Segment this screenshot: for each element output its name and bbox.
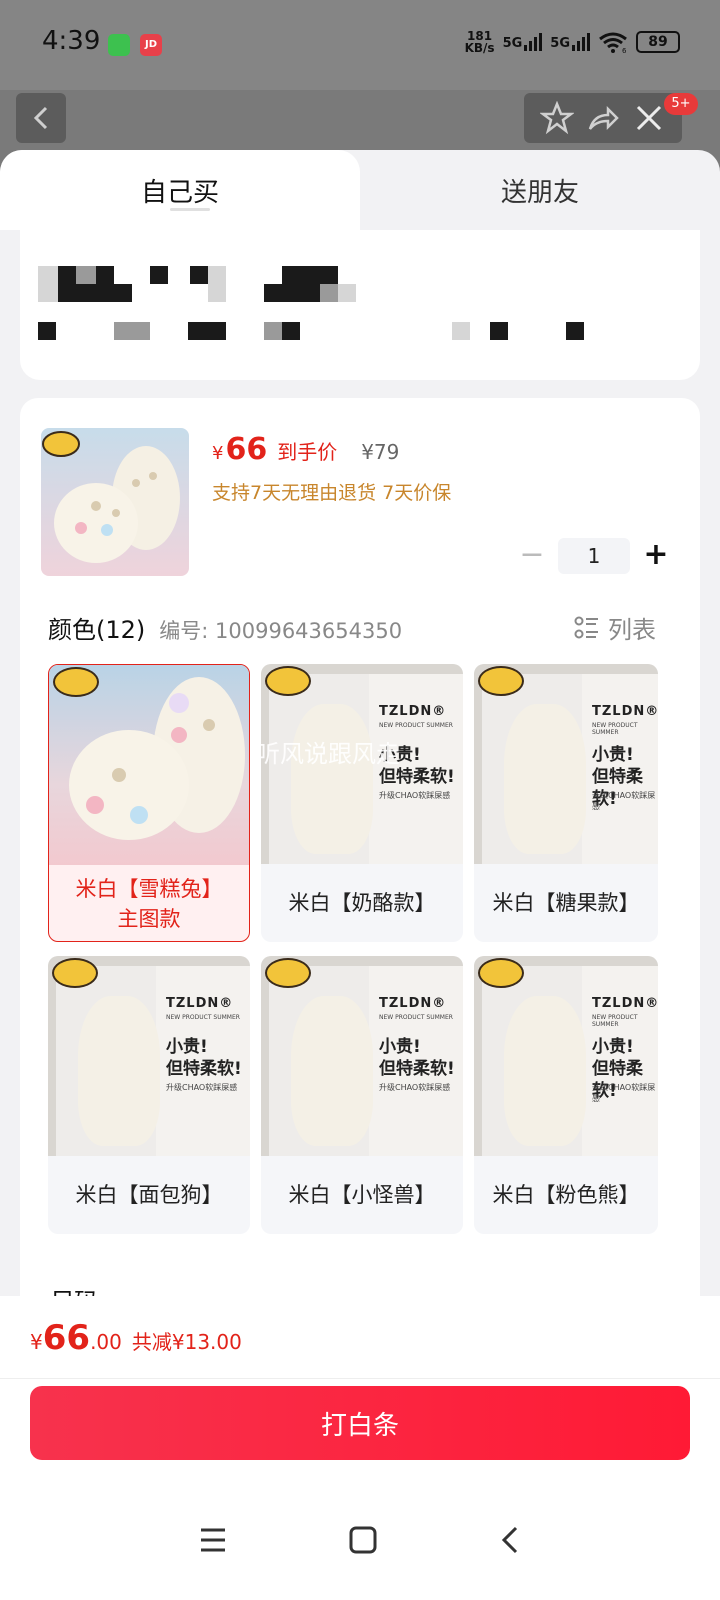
color-option[interactable]: TZLDN® NEW PRODUCT SUMMER 小贵! 但特柔软! 升级CHA…: [261, 664, 463, 942]
jd-notification-icon: JD: [140, 34, 162, 56]
total-price: ¥ 66 .00 共减¥13.00: [30, 1318, 242, 1358]
product-thumbnail[interactable]: [41, 428, 189, 576]
price-row: ¥ 66 到手价 ¥79: [212, 432, 399, 467]
brand-logo: [265, 666, 311, 696]
price-value: 66: [225, 432, 268, 467]
status-time: 4:39: [42, 26, 101, 56]
sku-number: 编号: 10099643654350: [159, 619, 403, 643]
signal-icon-sim2: 5G: [550, 33, 590, 51]
status-indicators: 181 KB/s 5G 5G 6 89: [465, 30, 680, 54]
svg-text:6: 6: [622, 47, 627, 53]
status-bar: 4:39 JD 181 KB/s 5G 5G 6 89: [0, 0, 720, 90]
tab-buy-self[interactable]: 自己买: [0, 150, 360, 230]
wechat-notification-icon: [108, 34, 130, 56]
option-label: 米白【奶酪款】: [288, 891, 436, 915]
share-icon[interactable]: [586, 101, 620, 135]
quantity-input[interactable]: 1: [558, 538, 630, 574]
chevron-left-icon: [33, 106, 48, 130]
option-label: 米白【糖果款】: [492, 891, 640, 915]
baitiao-pay-button[interactable]: 打白条: [30, 1386, 690, 1460]
color-header: 颜色(12) 编号: 10099643654350: [48, 610, 402, 645]
top-actions: [524, 93, 682, 143]
option-label: 米白【小怪兽】: [288, 1183, 436, 1207]
option-image: TZLDN® NEW PRODUCT SUMMER 小贵! 但特柔软! 升级CHA…: [474, 956, 658, 1156]
brand-logo: [53, 667, 99, 697]
price-tag: 到手价: [277, 440, 338, 464]
divider: [0, 1378, 720, 1379]
clog-product-image: [41, 428, 189, 576]
color-option[interactable]: TZLDN® NEW PRODUCT SUMMER 小贵! 但特柔软! 升级CHA…: [261, 956, 463, 1234]
option-image: TZLDN® NEW PRODUCT SUMMER 小贵! 但特柔软! 升级CHA…: [261, 956, 463, 1156]
brand-logo: [478, 666, 524, 696]
message-badge: 5+: [664, 93, 698, 115]
tab-send-friend[interactable]: 送朋友: [360, 150, 720, 230]
price-symbol: ¥: [212, 443, 224, 464]
option-label: 米白【雪糕兔】 主图款: [75, 877, 223, 931]
option-image: [49, 665, 249, 865]
tab-bar: 送朋友 自己买: [0, 150, 720, 230]
increase-button[interactable]: +: [642, 538, 670, 574]
system-nav-bar: [0, 1480, 720, 1600]
color-option[interactable]: TZLDN® NEW PRODUCT SUMMER 小贵! 但特柔软! 升级CHA…: [48, 956, 250, 1234]
list-icon: [574, 616, 598, 638]
list-view-toggle[interactable]: 列表: [574, 610, 656, 645]
option-image: TZLDN® NEW PRODUCT SUMMER 小贵! 但特柔软! 升级CHA…: [474, 664, 658, 864]
discount-total: 共减¥13.00: [131, 1330, 242, 1354]
battery-icon: 89: [636, 31, 680, 53]
original-price: ¥79: [361, 440, 400, 464]
quantity-stepper: − 1 +: [518, 538, 670, 574]
color-option[interactable]: 米白【雪糕兔】 主图款: [48, 664, 250, 942]
tab-indicator: [170, 208, 210, 211]
address-card[interactable]: [20, 230, 700, 380]
brand-logo: [52, 958, 98, 988]
home-icon[interactable]: [348, 1525, 378, 1555]
decrease-button[interactable]: −: [518, 538, 546, 574]
option-label: 米白【面包狗】: [75, 1183, 223, 1207]
color-title: 颜色(12): [48, 616, 146, 644]
back-nav-icon[interactable]: [498, 1525, 522, 1555]
service-guarantee: 支持7天无理由退货 7天价保: [212, 482, 452, 504]
color-option[interactable]: TZLDN® NEW PRODUCT SUMMER 小贵! 但特柔软! 升级CHA…: [474, 956, 658, 1234]
back-button[interactable]: [16, 93, 66, 143]
wifi-icon: 6: [599, 32, 627, 53]
option-image: TZLDN® NEW PRODUCT SUMMER 小贵! 但特柔软! 升级CHA…: [48, 956, 250, 1156]
watermark: 听风说跟风走: [256, 740, 400, 768]
close-icon[interactable]: [632, 101, 666, 135]
network-speed: 181 KB/s: [464, 29, 495, 55]
option-label: 米白【粉色熊】: [492, 1183, 640, 1207]
brand-logo: [265, 958, 311, 988]
star-icon[interactable]: [540, 101, 574, 135]
menu-icon[interactable]: [198, 1526, 228, 1554]
signal-icon-sim1: 5G: [503, 33, 543, 51]
color-option[interactable]: TZLDN® NEW PRODUCT SUMMER 小贵! 但特柔软! 升级CHA…: [474, 664, 658, 942]
brand-logo: [478, 958, 524, 988]
